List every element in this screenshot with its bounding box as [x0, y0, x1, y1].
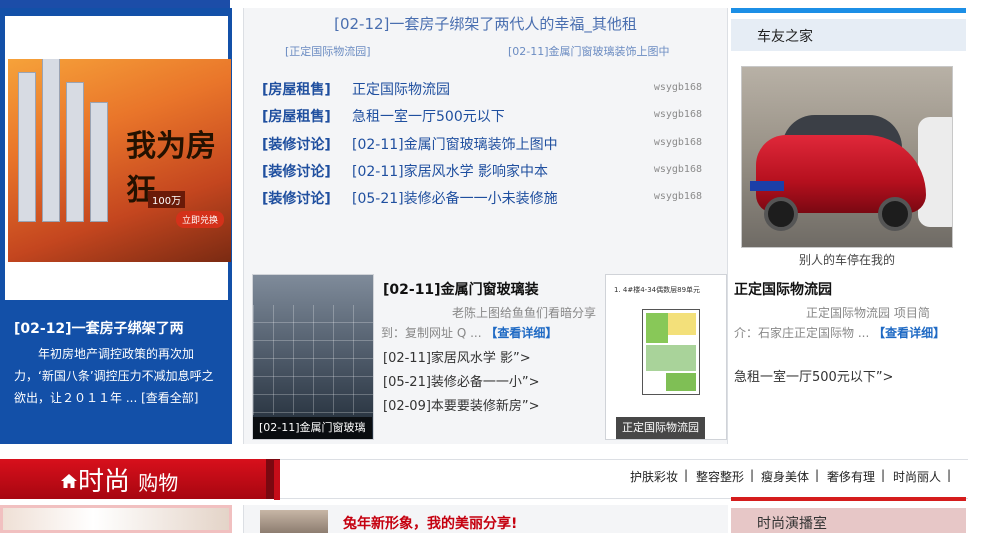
post-title-link[interactable]: [02-11]金属门窗玻璃装饰上图中	[352, 134, 558, 154]
list-item: [装修讨论] [02-11]金属门窗玻璃装饰上图中 wsygb168	[262, 134, 702, 156]
list-item: [房屋租售] 正定国际物流园 wsygb168	[262, 79, 702, 101]
floor-plan-label: 1. 4#楼4-34偶数层89单元	[614, 286, 701, 294]
card-summary-cont: 介：石家庄正定国际物 ... 【查看详细】	[734, 323, 974, 343]
category-link[interactable]: [装修讨论]	[262, 161, 331, 181]
card-summary-text: 介：石家庄正定国际物 ...	[734, 326, 870, 340]
view-detail-link[interactable]: 【查看详细】	[873, 326, 945, 340]
nav-separator: |	[947, 468, 952, 482]
floor-plan-outline	[642, 309, 700, 395]
post-author: wsygb168	[653, 137, 702, 148]
photo-background-car	[918, 117, 952, 227]
card-summary-cont: 到：复制网址 Q ... 【查看详细】	[381, 323, 557, 343]
left-feature-description: 年初房地产调控政策的再次加力，‘新国八条’调控压力不减加息呼之欲出，让２０１１年…	[14, 343, 220, 409]
fashion-nav-accent	[274, 460, 280, 500]
fashion-title-small: 购物	[138, 471, 179, 495]
building-illustration	[42, 59, 60, 222]
category-link[interactable]: [装修讨论]	[262, 134, 331, 154]
ad-artwork: 我为房狂 100万 立即兑换	[8, 59, 231, 262]
post-author: wsygb168	[653, 164, 702, 175]
fashion-headline-link[interactable]: 兔年新形象，我的美丽分享!	[343, 513, 517, 533]
real-estate-ad-banner[interactable]: 我为房狂 100万 立即兑换	[5, 16, 231, 300]
glass-roof-image	[253, 305, 373, 415]
post-author: wsygb168	[653, 109, 702, 120]
view-detail-link[interactable]: 【查看详细】	[485, 326, 557, 340]
related-post-link[interactable]: [02-09]本要要装修新房”>	[383, 395, 540, 414]
fashion-title-big: 时尚	[78, 467, 131, 497]
category-link[interactable]: [房屋租售]	[262, 106, 331, 126]
list-item: [房屋租售] 急租一室一厅500元以下 wsygb168	[262, 106, 702, 128]
list-item: [装修讨论] [02-11]家居风水学 影响家中本 wsygb168	[262, 161, 702, 183]
car-wheel	[878, 197, 912, 231]
list-item: [装修讨论] [05-21]装修必备一一小未装修施 wsygb168	[262, 188, 702, 210]
building-illustration	[66, 82, 84, 222]
building-illustration	[90, 102, 108, 222]
post-title-link[interactable]: [02-11]家居风水学 影响家中本	[352, 161, 548, 181]
fashion-studio-title: 时尚演播室	[757, 516, 827, 532]
left-feature-title[interactable]: [02-12]一套房子绑架了两	[14, 318, 224, 338]
card-title-link[interactable]: 正定国际物流园	[734, 279, 832, 299]
left-top-bar	[0, 0, 230, 8]
fashion-section-title: 时尚 购物	[62, 461, 178, 498]
nav-separator: |	[750, 468, 755, 482]
license-plate	[750, 181, 784, 191]
nav-luxury[interactable]: 奢侈有理	[827, 468, 875, 485]
post-author: wsygb168	[653, 191, 702, 202]
category-link[interactable]: [房屋租售]	[262, 79, 331, 99]
headline-link[interactable]: [02-12]一套房子绑架了两代人的幸福_其他租	[243, 13, 728, 34]
nav-skincare[interactable]: 护肤彩妆	[630, 468, 678, 485]
card-summary: 正定国际物流园 项目简	[806, 306, 930, 320]
ad-amount: 100万	[148, 191, 186, 208]
car-wheel	[764, 197, 798, 231]
nav-fashion-lady[interactable]: 时尚丽人	[893, 468, 941, 485]
card-title-link[interactable]: [02-11]金属门窗玻璃装	[383, 279, 539, 299]
nav-cosmetic-surgery[interactable]: 整容整形	[696, 468, 744, 485]
nav-separator: |	[881, 468, 886, 482]
sub-link-logistics[interactable]: [正定国际物流园]	[285, 43, 371, 59]
thumbnail-caption: 正定国际物流园	[616, 417, 705, 439]
nav-separator: |	[815, 468, 820, 482]
card-summary: 老陈上图给鱼鱼们看暗分享	[452, 306, 597, 320]
category-link[interactable]: [装修讨论]	[262, 188, 331, 208]
right-accent-bar	[731, 8, 966, 13]
view-all-link[interactable]: [查看全部]	[141, 391, 198, 405]
post-title-link[interactable]: [05-21]装修必备一一小未装修施	[352, 188, 558, 208]
ad-redeem-button[interactable]: 立即兑换	[176, 211, 225, 228]
related-post-link[interactable]: 急租一室一厅500元以下”>	[734, 366, 893, 385]
floor-plan-thumbnail[interactable]: 1. 4#楼4-34偶数层89单元 正定国际物流园	[605, 274, 727, 440]
post-author: wsygb168	[653, 82, 702, 93]
post-title-link[interactable]: 急租一室一厅500元以下	[352, 106, 505, 126]
fashion-right-accent	[731, 497, 966, 501]
related-post-link[interactable]: [05-21]装修必备一一小”>	[383, 371, 540, 390]
fashion-thumbnail[interactable]	[260, 510, 328, 533]
car-photo-caption[interactable]: 别人的车停在我的	[741, 251, 953, 268]
thumbnail-caption: [02-11]金属门窗玻璃	[253, 417, 372, 439]
building-illustration	[18, 72, 36, 222]
sub-link-glass[interactable]: [02-11]金属门窗玻璃装饰上图中	[508, 43, 670, 59]
nav-slimming[interactable]: 瘦身美体	[761, 468, 809, 485]
glass-roof-thumbnail[interactable]: [02-11]金属门窗玻璃	[252, 274, 374, 440]
card-summary-text: 到：复制网址 Q ...	[381, 326, 482, 340]
post-title-link[interactable]: 正定国际物流园	[352, 79, 450, 99]
car-photo[interactable]	[741, 66, 953, 248]
car-club-title: 车友之家	[757, 29, 813, 45]
nav-separator: |	[684, 468, 689, 482]
related-post-link[interactable]: [02-11]家居风水学 影”>	[383, 347, 531, 366]
fashion-model-photo[interactable]	[0, 505, 232, 533]
